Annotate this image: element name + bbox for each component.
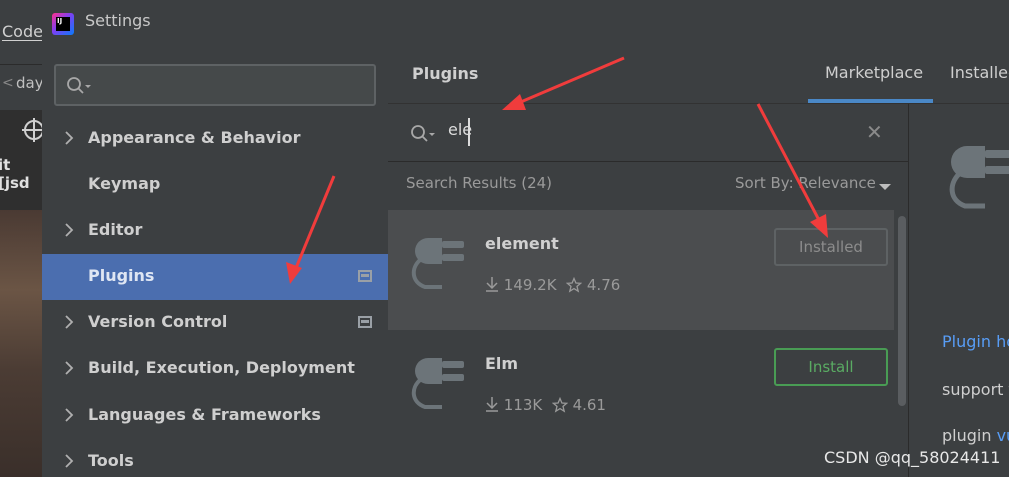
installed-button[interactable]: Installed	[774, 228, 888, 266]
chevron-down-icon[interactable]	[879, 184, 891, 190]
results-bar: Search Results (24) Sort By: Relevance	[388, 162, 908, 210]
search-icon[interactable]	[410, 124, 436, 144]
plugin-icon	[411, 358, 464, 409]
sidebar-item-label: Appearance & Behavior	[88, 128, 301, 147]
star-icon	[551, 397, 568, 413]
download-icon	[486, 277, 498, 292]
sidebar-item-build-execution-deployment[interactable]: Build, Execution, Deployment	[42, 346, 388, 392]
plugin-name[interactable]: Elm	[485, 354, 518, 373]
sidebar-item-tools[interactable]: Tools	[42, 439, 388, 477]
close-icon[interactable]: ✕	[866, 120, 883, 144]
sidebar-item-keymap[interactable]: Keymap	[42, 162, 388, 208]
plugin-result-row[interactable]: element 149.2K 4.76 Installed	[388, 210, 908, 330]
plugin-icon	[411, 238, 464, 289]
project-scope-icon	[358, 316, 372, 328]
description-text: plugin	[942, 426, 997, 445]
plugin-list-column: ele ✕ Search Results (24) Sort By: Relev…	[388, 104, 908, 477]
settings-sidebar: Appearance & Behavior Keymap Editor Plugins…	[42, 48, 388, 477]
page-title: Plugins	[412, 64, 479, 83]
plugin-result-row[interactable]: Elm 113K 4.61 Install	[388, 330, 908, 450]
watermark: CSDN @qq_58024411	[824, 448, 1001, 467]
sidebar-item-version-control[interactable]: Version Control	[42, 300, 388, 346]
chevron-right-icon[interactable]	[64, 453, 74, 469]
star-icon	[566, 277, 583, 293]
menu-code[interactable]: Code	[2, 22, 42, 41]
active-tab-indicator	[808, 99, 933, 103]
chevron-right-icon[interactable]	[64, 130, 74, 146]
background-ide-window: Code < day it [jsd	[0, 0, 42, 477]
download-count: 149.2K	[503, 276, 557, 294]
settings-search-input[interactable]	[96, 72, 366, 98]
crosshair-icon[interactable]	[22, 118, 42, 142]
plugin-rating: 4.61	[572, 396, 606, 414]
editor-tab-strip: < day	[0, 64, 42, 104]
vue-link[interactable]: vu	[997, 426, 1009, 445]
download-count: 113K	[503, 396, 543, 414]
search-icon	[67, 77, 91, 94]
sidebar-item-label: Keymap	[88, 174, 161, 193]
plugin-stats: 149.2K 4.76	[485, 276, 620, 294]
sort-dropdown[interactable]: Sort By: Relevance	[735, 174, 876, 192]
plugins-header: Plugins Marketplace Installed	[388, 48, 1009, 104]
sidebar-item-editor[interactable]: Editor	[42, 208, 388, 254]
plugin-description-line-1: support f	[942, 380, 1009, 399]
project-scope-icon	[358, 270, 372, 282]
tab-scroll-icon[interactable]: <	[2, 75, 14, 91]
background-image	[0, 210, 42, 477]
plugin-name[interactable]: element	[485, 234, 559, 253]
sidebar-item-languages-frameworks[interactable]: Languages & Frameworks	[42, 393, 388, 439]
chevron-right-icon[interactable]	[64, 314, 74, 330]
plugin-rating: 4.76	[586, 276, 621, 294]
download-icon	[486, 397, 498, 412]
sidebar-item-label: Plugins	[88, 266, 155, 285]
plugins-panel: Plugins Marketplace Installed ele ✕ Sear…	[388, 48, 1009, 477]
plugin-icon	[949, 146, 1009, 209]
settings-search-box[interactable]	[54, 64, 376, 106]
plugin-detail-pane: Plugin ho support f plugin vu	[908, 104, 1009, 477]
tab-installed[interactable]: Installed	[950, 63, 1009, 82]
code-text: it [jsd	[0, 156, 30, 192]
settings-window: IJ Settings Appearance & Behavior Keymap E…	[42, 0, 1009, 477]
tab-marketplace[interactable]: Marketplace	[825, 63, 923, 82]
plugin-search-box[interactable]: ele ✕	[388, 104, 908, 162]
scrollbar-thumb[interactable]	[898, 216, 906, 406]
sidebar-item-label: Languages & Frameworks	[88, 405, 321, 424]
chevron-right-icon[interactable]	[64, 360, 74, 376]
intellij-logo-icon: IJ	[52, 13, 74, 35]
sidebar-item-plugins[interactable]: Plugins	[42, 254, 388, 300]
chevron-right-icon[interactable]	[64, 407, 74, 423]
sidebar-item-appearance-behavior[interactable]: Appearance & Behavior	[42, 116, 388, 162]
results-scrollbar[interactable]	[894, 210, 908, 477]
sidebar-item-label: Editor	[88, 220, 143, 239]
editor-tab[interactable]: day	[16, 74, 42, 92]
plugin-homepage-link[interactable]: Plugin ho	[942, 332, 1009, 351]
results-count: Search Results (24)	[406, 174, 553, 192]
sidebar-item-label: Build, Execution, Deployment	[88, 358, 355, 377]
chevron-right-icon[interactable]	[64, 222, 74, 238]
sidebar-item-label: Version Control	[88, 312, 228, 331]
sidebar-item-label: Tools	[88, 451, 134, 470]
plugin-stats: 113K 4.61	[485, 396, 606, 414]
editor-area: it [jsd	[0, 110, 42, 210]
plugin-description-line-2: plugin vu	[942, 426, 1009, 445]
title-bar: IJ Settings	[42, 0, 1009, 48]
text-caret	[468, 118, 470, 146]
install-button[interactable]: Install	[774, 348, 888, 386]
window-title: Settings	[85, 11, 151, 30]
